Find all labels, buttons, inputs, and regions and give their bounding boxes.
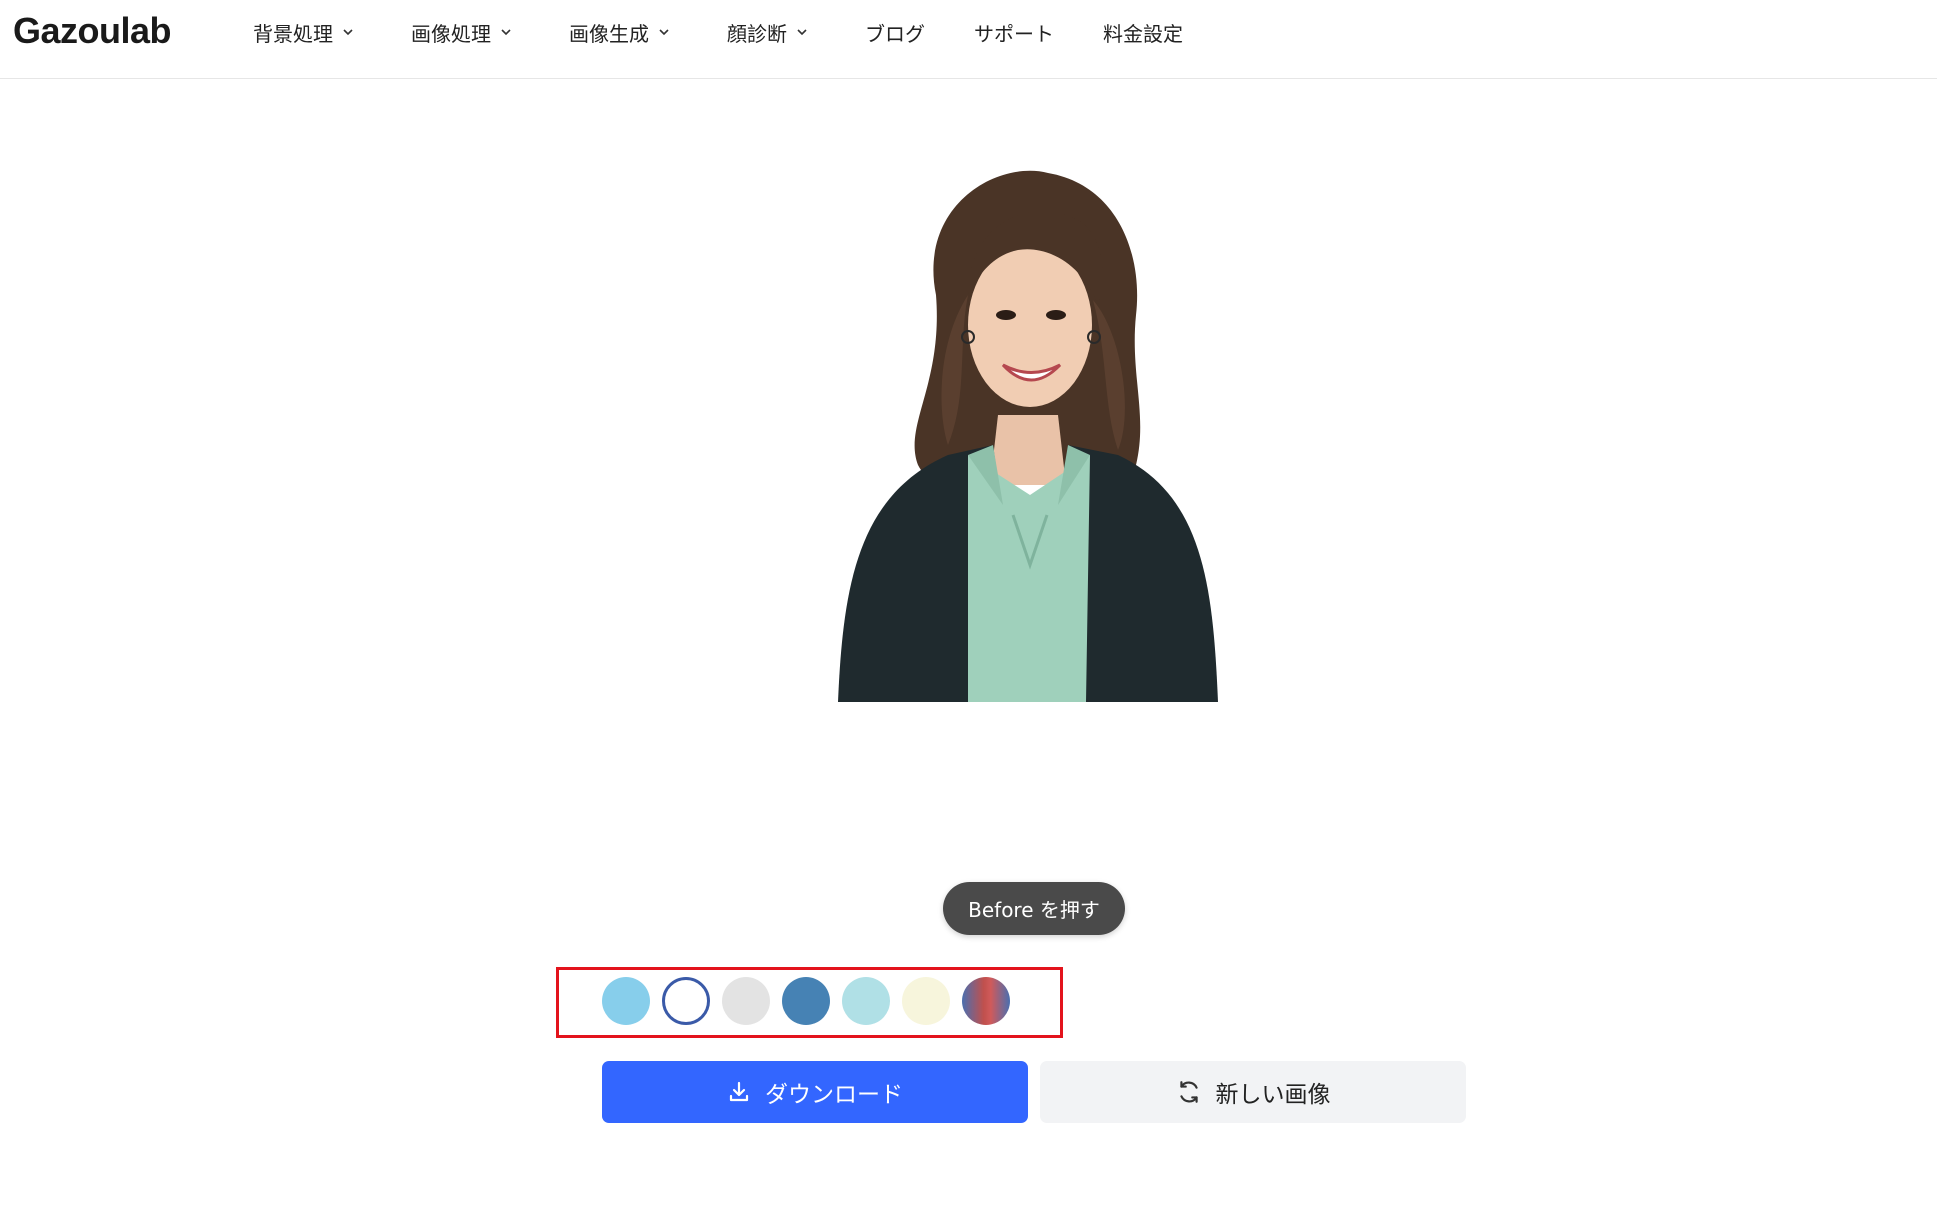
nav-item-image-processing[interactable]: 画像処理 [411,18,512,47]
swatch-powder-blue[interactable] [842,977,890,1025]
chevron-down-icon [343,29,353,36]
site-logo[interactable]: Gazoulab [13,10,172,52]
swatch-light-gray[interactable] [722,977,770,1025]
chevron-down-icon [659,29,669,36]
nav-item-label: 画像処理 [411,21,491,46]
main-nav: 背景処理 画像処理 画像生成 顔診断 ブログ サポート 料金設定 [253,17,1183,47]
nav-item-label: 背景処理 [253,21,333,46]
nav-item-support[interactable]: サポート [974,18,1054,47]
nav-item-image-generation[interactable]: 画像生成 [569,18,670,47]
swatch-cream[interactable] [902,977,950,1025]
nav-item-background[interactable]: 背景処理 [253,18,354,47]
top-header: Gazoulab 背景処理 画像処理 画像生成 顔診断 ブログ サポート 料金設… [0,0,1937,79]
nav-item-pricing[interactable]: 料金設定 [1103,18,1183,47]
swatch-white[interactable] [662,977,710,1025]
nav-item-label: 料金設定 [1103,21,1183,46]
new-image-button[interactable]: 新しい画像 [1040,1061,1466,1123]
background-color-swatches [602,977,1010,1025]
download-icon [729,1081,749,1102]
swatch-gradient[interactable] [962,977,1010,1025]
chevron-down-icon [797,29,807,36]
refresh-icon [1179,1081,1198,1103]
chevron-down-icon [501,29,511,36]
nav-item-label: 画像生成 [569,21,649,46]
nav-item-label: ブログ [865,21,925,46]
swatch-steel-blue[interactable] [782,977,830,1025]
swatch-sky-blue[interactable] [602,977,650,1025]
nav-item-face-diagnosis[interactable]: 顔診断 [727,18,808,47]
result-portrait-image [838,170,1218,702]
before-tooltip: Before を押す [943,882,1125,935]
nav-item-label: 顔診断 [727,21,787,46]
download-button[interactable]: ダウンロード [602,1061,1028,1123]
download-button-label: ダウンロード [765,1082,903,1108]
nav-item-label: サポート [974,21,1054,46]
nav-item-blog[interactable]: ブログ [865,18,925,47]
new-image-button-label: 新しい画像 [1215,1082,1331,1108]
